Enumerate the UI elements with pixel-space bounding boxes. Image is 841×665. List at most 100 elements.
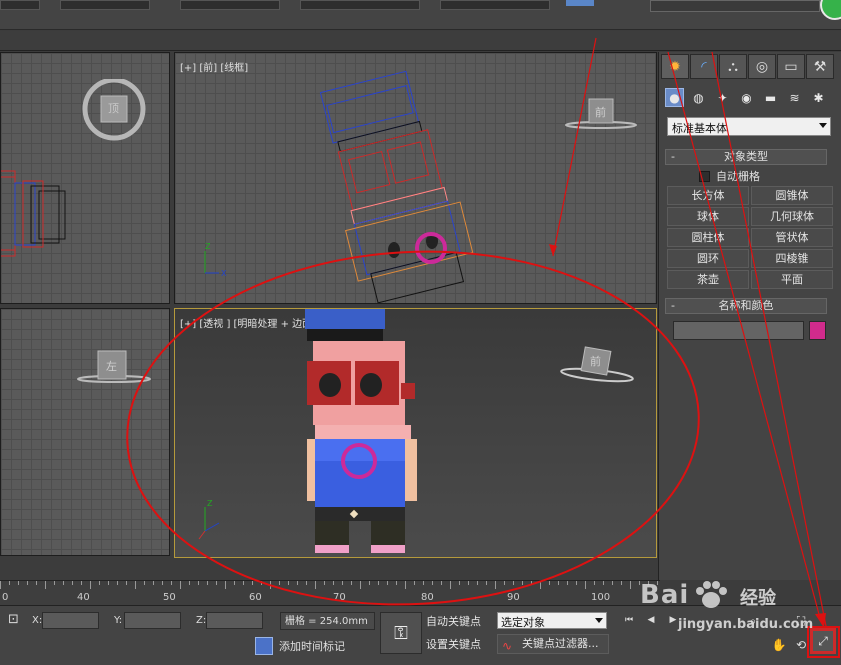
- frame-label: 50: [163, 592, 176, 603]
- chevron-down-icon: [595, 618, 603, 623]
- frame-tick: [306, 581, 307, 585]
- toolbar-field[interactable]: [0, 0, 40, 10]
- pan-icon[interactable]: ✋: [770, 636, 788, 654]
- add-time-tag-label: 添加时间标记: [279, 640, 345, 653]
- spacewarps-icon[interactable]: ≋: [785, 88, 804, 107]
- plane-button[interactable]: 平面: [751, 270, 833, 289]
- geosphere-button[interactable]: 几何球体: [751, 207, 833, 226]
- frame-tick: [297, 581, 298, 585]
- object-color-swatch[interactable]: [809, 321, 826, 340]
- frame-tick: [342, 581, 343, 585]
- track-bar[interactable]: 0 40 50 60 70 80 90 100: [0, 580, 660, 605]
- add-time-tag[interactable]: 添加时间标记: [255, 636, 380, 656]
- frame-tick: [432, 581, 433, 585]
- svg-text:Z: Z: [205, 242, 211, 251]
- name-color-rollout[interactable]: - 名称和颜色: [665, 298, 827, 314]
- object-type-rollout[interactable]: - 对象类型: [665, 149, 827, 165]
- play-icon[interactable]: ▶: [664, 612, 682, 628]
- frame-tick: [477, 581, 478, 585]
- toolbar-field[interactable]: [60, 0, 150, 10]
- cameras-icon[interactable]: ◉: [737, 88, 756, 107]
- curve-icon: ∿: [502, 639, 513, 653]
- viewport-left[interactable]: 左: [0, 308, 170, 556]
- create-tab[interactable]: ✹: [661, 54, 689, 79]
- modify-tab[interactable]: ◜: [690, 54, 718, 79]
- display-tab[interactable]: ▭: [777, 54, 805, 79]
- svg-text:Z: Z: [207, 499, 213, 508]
- utilities-tab[interactable]: ⚒: [806, 54, 834, 79]
- viewport-perspective[interactable]: [+] [透视 ] [明暗处理 + 边面] Z 前: [174, 308, 657, 558]
- frame-tick: [360, 581, 361, 589]
- collapse-toggle: -: [671, 299, 675, 312]
- key-selection-dropdown[interactable]: 选定对象: [497, 612, 607, 629]
- lights-icon[interactable]: ✦: [713, 88, 732, 107]
- object-name-field[interactable]: [673, 321, 804, 340]
- frame-tick: [99, 581, 100, 585]
- frame-tick: [225, 581, 226, 589]
- prev-frame-icon[interactable]: ◀: [642, 612, 660, 628]
- frame-tick: [144, 581, 145, 585]
- viewcube-perspective[interactable]: 前: [559, 345, 639, 392]
- frame-tick: [333, 581, 334, 585]
- viewcube-front[interactable]: 前: [565, 95, 641, 138]
- set-key-button[interactable]: ⚿: [380, 612, 422, 654]
- frame-tick: [189, 581, 190, 585]
- zoom-icon[interactable]: ⌕: [744, 612, 762, 630]
- viewport-front[interactable]: [+] [前] [线框] Z X 前: [174, 52, 657, 304]
- pyramid-button[interactable]: 四棱锥: [751, 249, 833, 268]
- key-filters-button[interactable]: ∿ 关键点过滤器...: [497, 634, 609, 654]
- object-type-buttons: 长方体 圆锥体 球体 几何球体 圆柱体 管状体 圆环 四棱锥 茶壶 平面: [667, 186, 833, 289]
- toolbar-field[interactable]: [300, 0, 420, 10]
- command-panel-tabs: ✹ ◜ ⛬ ◎ ▭ ⚒: [661, 54, 839, 80]
- cone-button[interactable]: 圆锥体: [751, 186, 833, 205]
- set-key-mode-button[interactable]: 设置关键点: [426, 636, 481, 652]
- toolbar-buttons[interactable]: [650, 0, 820, 12]
- viewcube-left[interactable]: 左: [76, 349, 156, 392]
- status-orb-icon[interactable]: [820, 0, 841, 20]
- autogrid-checkbox[interactable]: 自动栅格: [699, 168, 760, 184]
- frame-label: 100: [591, 592, 611, 603]
- teapot-button[interactable]: 茶壶: [667, 270, 749, 289]
- hierarchy-tab[interactable]: ⛬: [719, 54, 747, 79]
- toolbar-field[interactable]: [440, 0, 550, 10]
- frame-tick: [234, 581, 235, 585]
- frame-tick: [117, 581, 118, 585]
- transform-mode-icon[interactable]: ⊡: [8, 612, 19, 627]
- frame-tick: [243, 581, 244, 585]
- torus-button[interactable]: 圆环: [667, 249, 749, 268]
- cylinder-button[interactable]: 圆柱体: [667, 228, 749, 247]
- frame-tick: [549, 581, 550, 585]
- y-coordinate-field[interactable]: [124, 612, 181, 629]
- orbit-icon[interactable]: ⟲: [792, 636, 810, 654]
- frame-tick: [567, 581, 568, 585]
- frame-tick: [207, 581, 208, 585]
- geometry-icon[interactable]: ●: [665, 88, 684, 107]
- viewport-top[interactable]: 顶: [0, 52, 170, 304]
- y-label: Y:: [114, 615, 123, 626]
- frame-label: 40: [77, 592, 90, 603]
- primitive-type-dropdown[interactable]: 标准基本体: [667, 117, 831, 136]
- frame-tick: [27, 581, 28, 585]
- tube-button[interactable]: 管状体: [751, 228, 833, 247]
- sphere-button[interactable]: 球体: [667, 207, 749, 226]
- max-window: 顶 [+] [前] [线框] Z X 前 左 [+] [透视] [明暗处理 +…: [0, 0, 841, 665]
- zoom-extents-icon[interactable]: ⛶: [792, 612, 810, 630]
- frame-tick: [81, 581, 82, 585]
- motion-tab[interactable]: ◎: [748, 54, 776, 79]
- systems-icon[interactable]: ✱: [809, 88, 828, 107]
- box-button[interactable]: 长方体: [667, 186, 749, 205]
- goto-start-icon[interactable]: ⏮: [620, 612, 638, 628]
- sun-icon: ✹: [669, 58, 681, 75]
- auto-key-button[interactable]: 自动关键点: [426, 613, 481, 629]
- viewcube-top[interactable]: 顶: [81, 77, 147, 148]
- frame-tick: [45, 581, 46, 589]
- shapes-icon[interactable]: ◍: [689, 88, 708, 107]
- toolbar-field[interactable]: [180, 0, 280, 10]
- maximize-viewport-button[interactable]: ⤢: [812, 630, 834, 652]
- frame-tick: [585, 581, 586, 589]
- z-coordinate-field[interactable]: [206, 612, 263, 629]
- helpers-icon[interactable]: ▬: [761, 88, 780, 107]
- frame-tick: [450, 581, 451, 589]
- x-coordinate-field[interactable]: [42, 612, 99, 629]
- viewcube-top-face: 顶: [108, 102, 119, 115]
